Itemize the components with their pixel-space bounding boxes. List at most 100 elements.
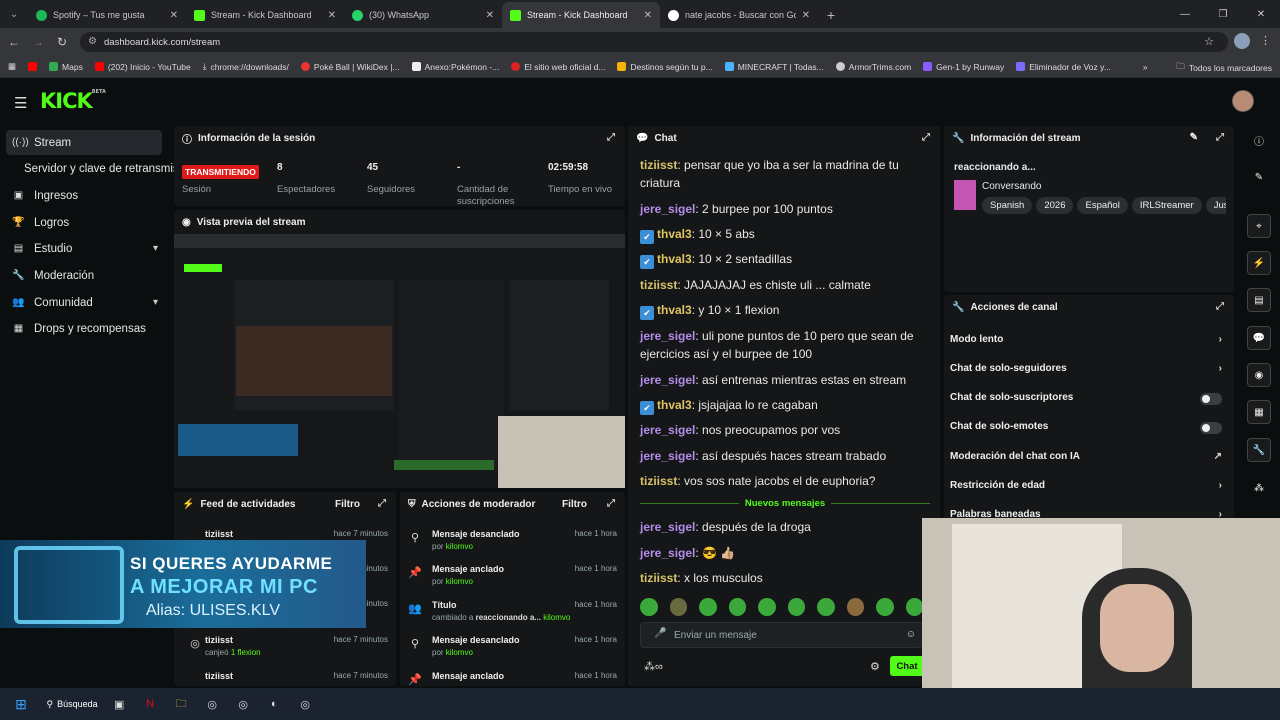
close-tab-icon[interactable]: ✕ xyxy=(644,10,652,21)
action-ai-moderation[interactable]: Moderación del chat con IA ↗ xyxy=(950,451,1230,467)
new-messages-divider[interactable]: Nuevos mensajes xyxy=(640,498,931,509)
emote-icon[interactable] xyxy=(846,598,864,616)
browser-menu-icon[interactable]: ⋮ xyxy=(1260,34,1271,47)
tab-search-icon[interactable]: ⌄ xyxy=(0,0,28,28)
site-info-icon[interactable]: ⚙ xyxy=(88,36,97,47)
expand-icon[interactable]: ⤢ xyxy=(607,132,615,143)
tag[interactable]: Español xyxy=(1077,197,1128,214)
explorer-icon[interactable]: 🗀 xyxy=(168,694,194,714)
browser-tab-kick-1[interactable]: Stream - Kick Dashboard ✕ xyxy=(186,2,344,28)
chat-message[interactable]: jere_sigel: así entrenas mientras estas … xyxy=(640,371,930,389)
emote-icon[interactable] xyxy=(787,598,805,616)
close-tab-icon[interactable]: ✕ xyxy=(170,10,178,21)
chrome-icon[interactable]: ◎ xyxy=(199,694,225,714)
chat-message[interactable]: tiziisst: vos sos nate jacobs el de euph… xyxy=(640,472,930,490)
close-tab-icon[interactable]: ✕ xyxy=(802,10,810,21)
subscribers-only-toggle[interactable] xyxy=(1200,393,1222,405)
netflix-icon[interactable]: N xyxy=(137,694,163,714)
bookmark-youtube[interactable]: (202) Inicio - YouTube xyxy=(94,62,191,72)
chat-message[interactable]: jere_sigel: nos preocupamos por vos xyxy=(640,421,930,439)
kick-logo[interactable]: KICKBETA xyxy=(40,89,106,113)
forward-icon[interactable]: → xyxy=(26,35,50,49)
chat-message[interactable]: jere_sigel: uli pone puntos de 10 pero q… xyxy=(640,327,930,363)
chat-message[interactable]: ✔ thval3: 10 × 5 abs xyxy=(640,225,930,244)
community-icon[interactable]: ⁂ xyxy=(1247,476,1271,500)
hamburger-menu-icon[interactable]: ☰ xyxy=(14,94,27,112)
emote-icon[interactable] xyxy=(905,598,923,616)
bookmark-downloads[interactable]: ⤓ chrome://downloads/ xyxy=(203,61,289,72)
broadcast-icon[interactable]: ◉ xyxy=(1247,363,1271,387)
info-icon[interactable]: ⓘ xyxy=(1247,128,1271,152)
mod-filter-button[interactable]: Filtro xyxy=(562,499,587,510)
bookmark-wikipedia[interactable]: Anexo:Pokémon -... xyxy=(411,62,499,72)
reload-icon[interactable]: ↻ xyxy=(50,35,74,49)
expand-icon[interactable]: ⤢ xyxy=(607,498,615,509)
sidebar-item-logros[interactable]: 🏆 Logros xyxy=(6,210,162,235)
bookmark-maps[interactable]: Maps xyxy=(49,62,83,72)
sidebar-item-ingresos[interactable]: ▣ Ingresos xyxy=(6,183,162,208)
chat-message-input[interactable]: 🎤 Enviar un mensaje ☺ xyxy=(640,622,923,648)
clipboard-icon[interactable]: ▤ xyxy=(1247,288,1271,312)
expand-icon[interactable]: ⤢ xyxy=(1216,301,1224,312)
feed-filter-button[interactable]: Filtro xyxy=(335,499,360,510)
emote-icon[interactable] xyxy=(817,598,835,616)
all-bookmarks[interactable]: 🗀 Todos los marcadores xyxy=(1176,61,1272,75)
emote-icon[interactable] xyxy=(699,598,717,616)
edit-icon[interactable]: ✎ xyxy=(1190,132,1198,143)
bookmark-youtube-icon[interactable] xyxy=(28,62,38,71)
chat-send-button[interactable]: Chat xyxy=(890,656,924,676)
bookmark-runway[interactable]: Gen-1 by Runway xyxy=(923,62,1004,72)
chat-message[interactable]: jere_sigel: 😎 👍🏼 xyxy=(640,544,930,562)
wrench-icon[interactable]: 🔧 xyxy=(1247,438,1271,462)
bookmark-voz[interactable]: Eliminador de Voz y... xyxy=(1016,62,1111,72)
close-window-icon[interactable]: ✕ xyxy=(1242,9,1280,20)
apps-icon[interactable]: ▦ xyxy=(8,61,16,72)
new-tab-button[interactable]: + xyxy=(818,2,844,28)
bookmark-destinos[interactable]: Destinos según tu p... xyxy=(617,62,713,72)
chat-message[interactable]: tiziisst: JAJAJAJAJ es chiste uli ... ca… xyxy=(640,276,930,294)
action-slow-mode[interactable]: Modo lento › xyxy=(950,334,1230,350)
sidebar-item-server-key[interactable]: Servidor y clave de retransmisión xyxy=(24,163,174,175)
sidebar-item-moderacion[interactable]: 🔧 Moderación xyxy=(6,263,162,288)
windows-start-icon[interactable]: ⊞ xyxy=(8,694,34,714)
emote-icon[interactable] xyxy=(728,598,746,616)
emote-icon[interactable] xyxy=(876,598,894,616)
minimize-icon[interactable]: — xyxy=(1166,9,1204,20)
emote-icon[interactable] xyxy=(669,598,687,616)
sidebar-item-drops[interactable]: ▦ Drops y recompensas xyxy=(6,316,162,341)
action-followers-only[interactable]: Chat de solo-seguidores › xyxy=(950,363,1230,379)
bookmark-wikidex[interactable]: Poké Ball | WikiDex |... xyxy=(300,62,400,72)
chat-icon[interactable]: 💬 xyxy=(1247,326,1271,350)
close-tab-icon[interactable]: ✕ xyxy=(328,10,336,21)
tag[interactable]: JustC xyxy=(1205,197,1226,214)
expand-icon[interactable]: ⤢ xyxy=(1216,132,1224,143)
sidebar-item-stream[interactable]: ((·)) Stream xyxy=(6,130,162,155)
emoji-icon[interactable]: ☺ xyxy=(906,629,916,640)
chrome-profile-icon[interactable]: ◎ xyxy=(230,694,256,714)
chat-settings-icon[interactable]: ⚙ xyxy=(870,660,880,673)
emote-icon[interactable] xyxy=(758,598,776,616)
chat-message[interactable]: ✔ thval3: 10 × 2 sentadillas xyxy=(640,250,930,269)
chrome-alt-icon[interactable]: ◎ xyxy=(292,694,318,714)
obs-icon[interactable]: ◐ xyxy=(261,694,287,714)
stream-preview-video[interactable] xyxy=(174,234,625,488)
bookmarks-overflow-icon[interactable]: » xyxy=(1143,62,1148,72)
tag[interactable]: IRLStreamer xyxy=(1131,197,1202,214)
expand-icon[interactable]: ⤢ xyxy=(922,132,930,143)
emotes-only-toggle[interactable] xyxy=(1200,422,1222,434)
bookmark-star-icon[interactable]: ☆ xyxy=(1204,35,1214,48)
lightning-icon[interactable]: ⚡ xyxy=(1247,251,1271,275)
chat-message[interactable]: ✔ thval3: jsjajajaa lo re cagaban xyxy=(640,396,930,415)
mic-icon[interactable]: 🎤 xyxy=(654,628,666,639)
chat-message[interactable]: jere_sigel: 2 burpee por 100 puntos xyxy=(640,200,930,218)
sidebar-item-estudio[interactable]: ▤ Estudio ▾ xyxy=(6,236,162,261)
points-icon[interactable]: ⁂∞ xyxy=(644,660,663,673)
url-input[interactable]: ⚙ dashboard.kick.com/stream ☆ xyxy=(80,32,1228,52)
emote-icon[interactable] xyxy=(640,598,658,616)
back-icon[interactable]: ← xyxy=(2,35,26,49)
target-icon[interactable]: ⌖ xyxy=(1247,214,1271,238)
maximize-icon[interactable]: ❐ xyxy=(1204,9,1242,20)
expand-icon[interactable]: ⤢ xyxy=(378,498,386,509)
action-age-restriction[interactable]: Restricción de edad › xyxy=(950,480,1230,496)
browser-profile-avatar[interactable] xyxy=(1234,33,1250,49)
